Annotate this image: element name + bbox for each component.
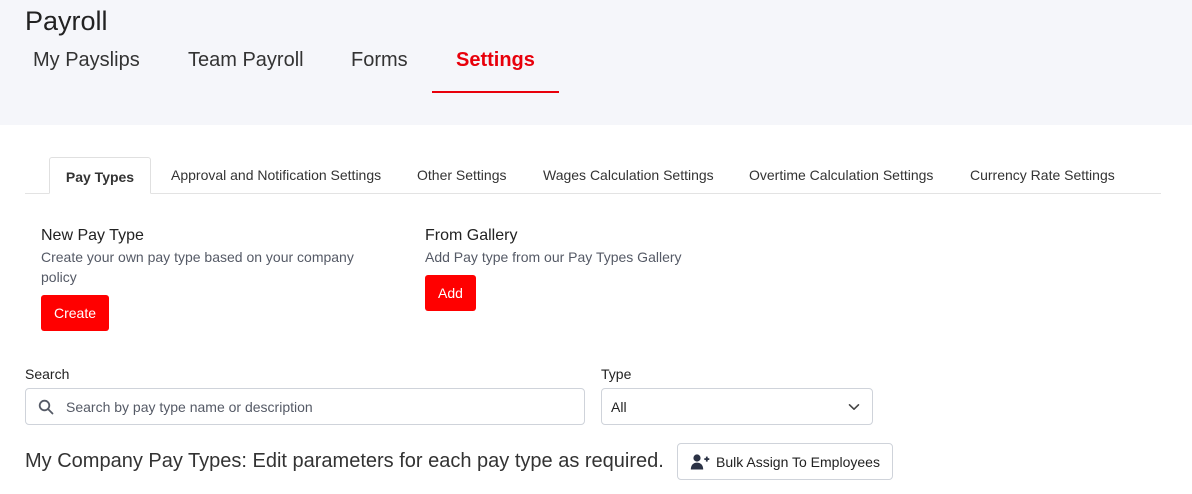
subtab-currency-rate-settings[interactable]: Currency Rate Settings (970, 157, 1115, 194)
from-gallery-title: From Gallery (425, 227, 518, 244)
type-label: Type (601, 366, 632, 382)
search-input[interactable] (66, 390, 576, 423)
search-field[interactable] (25, 388, 585, 425)
tab-forms[interactable]: Forms (351, 48, 408, 93)
bulk-assign-label: Bulk Assign To Employees (716, 454, 880, 470)
tab-team-payroll[interactable]: Team Payroll (188, 48, 304, 93)
user-plus-icon (690, 454, 710, 470)
tab-settings[interactable]: Settings (456, 48, 535, 93)
company-pay-types-title: My Company Pay Types: Edit parameters fo… (25, 450, 664, 472)
search-icon (38, 399, 54, 415)
add-button[interactable]: Add (425, 275, 476, 311)
new-pay-type-title: New Pay Type (41, 227, 144, 244)
subtab-other-settings[interactable]: Other Settings (417, 157, 507, 194)
subtab-wages-calculation-settings[interactable]: Wages Calculation Settings (543, 157, 714, 194)
type-select-value: All (611, 399, 627, 415)
tab-my-payslips[interactable]: My Payslips (33, 48, 140, 93)
subtab-overtime-calculation-settings[interactable]: Overtime Calculation Settings (749, 157, 933, 194)
new-pay-type-description: Create your own pay type based on your c… (41, 249, 354, 285)
chevron-down-icon (848, 403, 860, 410)
page-header: Payroll My Payslips Team Payroll Forms S… (0, 0, 1192, 125)
app-title: Payroll (25, 6, 108, 36)
search-label: Search (25, 366, 70, 382)
bulk-assign-button[interactable]: Bulk Assign To Employees (677, 443, 893, 480)
from-gallery-description: Add Pay type from our Pay Types Gallery (425, 249, 682, 265)
create-button[interactable]: Create (41, 295, 109, 331)
subtab-approval-notification-settings[interactable]: Approval and Notification Settings (171, 157, 381, 194)
subtab-pay-types[interactable]: Pay Types (49, 157, 151, 194)
type-select[interactable]: All (601, 388, 873, 425)
active-tab-indicator (432, 91, 559, 93)
